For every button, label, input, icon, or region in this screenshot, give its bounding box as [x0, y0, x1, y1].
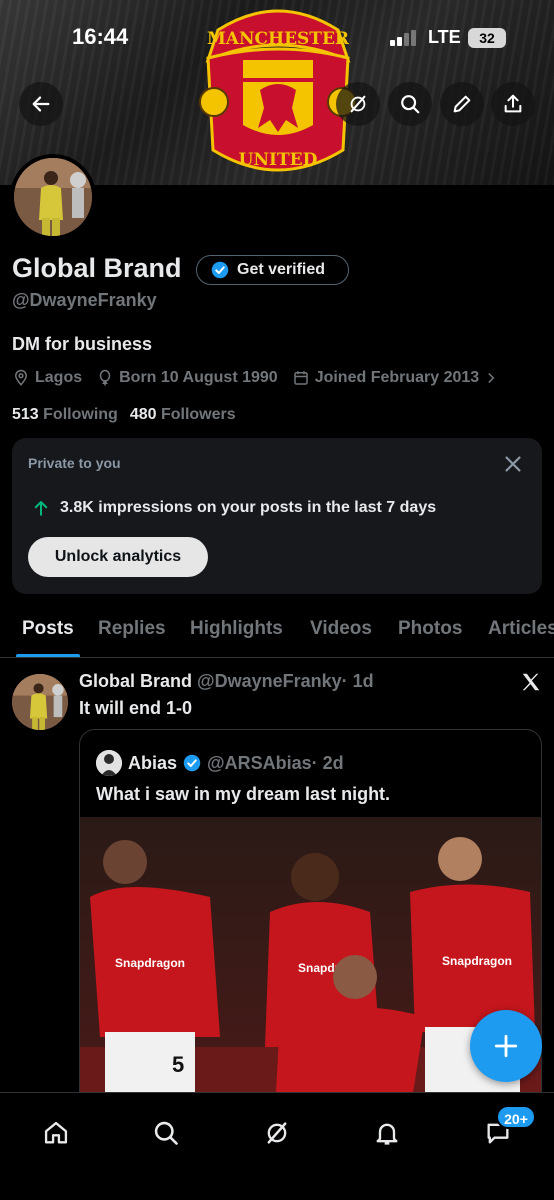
calendar-icon: [293, 371, 308, 385]
profile-handle: @DwayneFranky: [12, 290, 157, 310]
nav-home[interactable]: [34, 1111, 78, 1155]
shirt-number: 5: [172, 1052, 184, 1077]
active-tab-indicator: [16, 654, 80, 657]
nav-notifications[interactable]: [365, 1111, 409, 1155]
avatar-photo: [14, 158, 92, 236]
post-time: · 1d: [341, 671, 374, 691]
balloon-icon: [99, 369, 111, 386]
edit-icon: [453, 95, 471, 113]
followers-link[interactable]: 480 Followers: [130, 406, 236, 424]
profile-meta: Lagos Born 10 August 1990 Joined Februar…: [12, 369, 512, 387]
back-button[interactable]: [19, 82, 63, 126]
joined-text: Joined February 2013: [314, 369, 480, 386]
grok-button[interactable]: [336, 82, 380, 126]
post-avatar-photo: [12, 674, 68, 730]
birthday-text: Born 10 August 1990: [119, 369, 278, 386]
quote-image[interactable]: 5 Snapdragon Snapdragon Snapdragon: [80, 817, 541, 1108]
post-author-name[interactable]: Global Brand: [79, 671, 192, 691]
home-icon: [44, 1121, 68, 1144]
grok-icon: [267, 1122, 287, 1144]
share-button[interactable]: [491, 82, 535, 126]
private-analytics-card: Private to you 3.8K impressions on your …: [12, 438, 542, 594]
notifications-icon: [376, 1123, 398, 1145]
tab-highlights[interactable]: Highlights: [190, 618, 283, 640]
plus-icon: [494, 1034, 518, 1058]
football-players-photo: 5 Snapdragon Snapdragon Snapdragon: [80, 817, 541, 1108]
profile-avatar[interactable]: [10, 154, 96, 240]
post-header: Global Brand @DwayneFranky· 1d: [79, 671, 374, 692]
quote-time: · 2d: [311, 752, 344, 773]
location-text: Lagos: [35, 369, 83, 386]
followers-label: Followers: [160, 406, 236, 423]
search-button[interactable]: [388, 82, 432, 126]
edit-button[interactable]: [440, 82, 484, 126]
tab-photos[interactable]: Photos: [398, 618, 462, 640]
nav-grok[interactable]: [255, 1111, 299, 1155]
post-author-handle: @DwayneFranky: [197, 671, 342, 691]
tab-articles[interactable]: Articles: [488, 618, 554, 640]
status-time: 16:44: [72, 24, 129, 49]
search-icon: [154, 1121, 178, 1145]
tab-replies[interactable]: Replies: [98, 618, 166, 640]
verified-badge-icon: [211, 261, 229, 279]
grok-icon: [350, 95, 366, 113]
impressions-text: 3.8K impressions on your posts in the la…: [60, 499, 437, 516]
signal-icon: [390, 30, 416, 46]
network-type: LTE: [428, 27, 461, 47]
verified-badge-icon: [183, 754, 201, 772]
x-logo-icon: [522, 673, 540, 691]
location-item: Lagos: [12, 369, 82, 387]
tab-posts[interactable]: Posts: [22, 618, 74, 640]
search-icon: [401, 95, 420, 114]
profile-name: Global Brand: [12, 253, 182, 283]
quote-header: Abias @ARSAbias · 2d: [96, 750, 344, 776]
get-verified-button[interactable]: Get verified: [196, 255, 349, 285]
crest-text-bottom: UNITED: [239, 150, 318, 170]
compose-post-button[interactable]: [470, 1010, 542, 1082]
follow-counts: 513 Following 480 Followers: [12, 406, 236, 424]
get-verified-label: Get verified: [237, 261, 326, 278]
quote-text: What i saw in my dream last night.: [96, 784, 391, 804]
nav-search[interactable]: [144, 1111, 188, 1155]
location-pin-icon: [14, 369, 28, 386]
profile-bio: DM for business: [12, 334, 153, 354]
post-text: It will end 1-0: [79, 698, 193, 718]
messages-badge: 20+: [496, 1105, 536, 1129]
chevron-right-icon: [488, 373, 495, 383]
followers-count: 480: [129, 406, 157, 423]
profile-tabs: Posts Replies Highlights Videos Photos A…: [0, 606, 554, 658]
following-link[interactable]: 513 Following: [12, 406, 118, 424]
tab-videos[interactable]: Videos: [310, 618, 372, 640]
post-avatar[interactable]: [12, 674, 68, 730]
quote-author-handle: @ARSAbias: [207, 752, 312, 773]
bottom-navigation: 20+: [0, 1092, 554, 1200]
private-card-title: Private to you: [28, 455, 121, 471]
back-arrow-icon: [32, 96, 50, 112]
quote-avatar: [96, 750, 122, 776]
following-label: Following: [43, 406, 118, 423]
quote-author-name: Abias: [128, 752, 178, 773]
following-count: 513: [12, 406, 39, 423]
unlock-analytics-button[interactable]: Unlock analytics: [28, 537, 208, 577]
birthday-item: Born 10 August 1990: [96, 369, 278, 387]
sponsor-text-3: Snapdragon: [442, 954, 512, 968]
status-bar: 16:44 LTE 32: [0, 0, 554, 75]
joined-item[interactable]: Joined February 2013: [292, 369, 499, 387]
impressions-stat: 3.8K impressions on your posts in the la…: [32, 499, 436, 517]
battery-indicator: 32: [468, 28, 506, 48]
close-icon[interactable]: [502, 453, 524, 475]
arrow-up-icon: [34, 501, 48, 516]
sponsor-text-1: Snapdragon: [115, 956, 185, 970]
share-icon: [504, 94, 522, 113]
